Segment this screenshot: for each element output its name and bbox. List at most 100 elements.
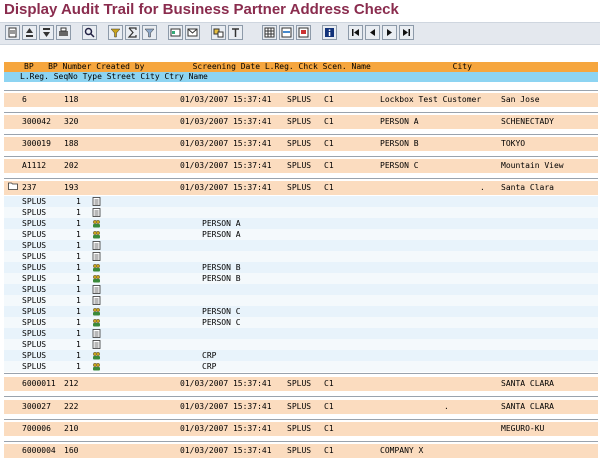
document-icon: [92, 285, 101, 294]
sub-name-cell: PERSON B: [202, 274, 241, 283]
sub-lreg-cell: SPLUS: [22, 252, 47, 261]
filter-icon[interactable]: [108, 25, 123, 40]
info-icon[interactable]: [322, 25, 337, 40]
total-icon[interactable]: [125, 25, 140, 40]
check-scenario-cell: C1: [324, 446, 334, 455]
table-row[interactable]: 300019 188 01/03/2007 15:37:41 SPLUS C1 …: [4, 137, 598, 151]
table-row[interactable]: A1112 202 01/03/2007 15:37:41 SPLUS C1 P…: [4, 159, 598, 173]
check-scenario-cell: C1: [324, 402, 334, 411]
bp-number-cell: 193: [64, 183, 79, 192]
bp-number-cell: 320: [64, 117, 79, 126]
city-cell: MEGURO-KU: [501, 424, 545, 433]
sub-seqno-cell: 1: [76, 285, 81, 294]
list-item[interactable]: SPLUS 1: [4, 196, 598, 207]
save-layout-icon[interactable]: [296, 25, 311, 40]
sub-name-cell: PERSON C: [202, 318, 241, 327]
table-row[interactable]: 300027 222 01/03/2007 15:37:41 SPLUS C1 …: [4, 400, 598, 414]
abc-icon[interactable]: [228, 25, 243, 40]
row-separator: [4, 396, 598, 397]
find-icon[interactable]: [82, 25, 97, 40]
list-item[interactable]: SPLUS 1 CRP: [4, 361, 598, 372]
list-item[interactable]: SPLUS 1: [4, 251, 598, 262]
sub-lreg-cell: SPLUS: [22, 285, 47, 294]
city-cell: Santa Clara: [501, 183, 554, 192]
sub-lreg-cell: SPLUS: [22, 219, 47, 228]
sub-seqno-cell: 1: [76, 263, 81, 272]
print-icon[interactable]: [56, 25, 71, 40]
table-row[interactable]: 6000011 212 01/03/2007 15:37:41 SPLUS C1…: [4, 377, 598, 391]
list-item[interactable]: SPLUS 1: [4, 328, 598, 339]
sub-lreg-cell: SPLUS: [22, 208, 47, 217]
sub-lreg-cell: SPLUS: [22, 274, 47, 283]
sort-ascending-icon[interactable]: [22, 25, 37, 40]
list-item[interactable]: SPLUS 1: [4, 240, 598, 251]
table-row-expanded[interactable]: 237 193 01/03/2007 15:37:41 SPLUS C1 . S…: [4, 181, 598, 195]
list-item[interactable]: SPLUS 1 PERSON A: [4, 218, 598, 229]
bp-number-cell: 118: [64, 95, 79, 104]
table-row[interactable]: 6000004 160 01/03/2007 15:37:41 SPLUS C1…: [4, 444, 598, 458]
previous-page-icon[interactable]: [365, 25, 380, 40]
check-scenario-cell: C1: [324, 95, 334, 104]
sub-seqno-cell: 1: [76, 307, 81, 316]
sub-seqno-cell: 1: [76, 252, 81, 261]
next-page-icon[interactable]: [382, 25, 397, 40]
sub-seqno-cell: 1: [76, 241, 81, 250]
city-cell: SANTA CLARA: [501, 379, 554, 388]
sub-lreg-cell: SPLUS: [22, 362, 47, 371]
list-item[interactable]: SPLUS 1 PERSON C: [4, 306, 598, 317]
list-item[interactable]: SPLUS 1 CRP: [4, 350, 598, 361]
list-item[interactable]: SPLUS 1 PERSON B: [4, 273, 598, 284]
table-row[interactable]: 6 118 01/03/2007 15:37:41 SPLUS C1 Lockb…: [4, 93, 598, 107]
row-separator: [4, 90, 598, 91]
sub-lreg-cell: SPLUS: [22, 318, 47, 327]
sub-name-cell: CRP: [202, 362, 217, 371]
list-item[interactable]: SPLUS 1: [4, 207, 598, 218]
sub-lreg-cell: SPLUS: [22, 197, 47, 206]
list-item[interactable]: SPLUS 1: [4, 295, 598, 306]
row-separator: [4, 419, 598, 420]
details-icon[interactable]: [5, 25, 20, 40]
bp-cell: 700006: [22, 424, 51, 433]
sub-lreg-cell: SPLUS: [22, 296, 47, 305]
toolbar: [0, 22, 600, 45]
lreg-cell: SPLUS: [287, 424, 312, 433]
list-item[interactable]: SPLUS 1 PERSON B: [4, 262, 598, 273]
folder-open-icon[interactable]: [8, 181, 18, 190]
lreg-cell: SPLUS: [287, 161, 312, 170]
layout-icon[interactable]: [262, 25, 277, 40]
column-header-text: BP BP Number Created by Screening Date L…: [24, 62, 472, 71]
name-cell: PERSON A: [380, 117, 419, 126]
sub-lreg-cell: SPLUS: [22, 351, 47, 360]
bp-cell: 300019: [22, 139, 51, 148]
page-title: Display Audit Trail for Business Partner…: [4, 1, 399, 18]
list-item[interactable]: SPLUS 1: [4, 339, 598, 350]
select-layout-icon[interactable]: [279, 25, 294, 40]
list-item[interactable]: SPLUS 1 PERSON A: [4, 229, 598, 240]
bp-cell: 300042: [22, 117, 51, 126]
last-page-icon[interactable]: [399, 25, 414, 40]
screening-date-cell: 01/03/2007 15:37:41: [180, 446, 272, 455]
screening-date-cell: 01/03/2007 15:37:41: [180, 95, 272, 104]
mail-icon[interactable]: [185, 25, 200, 40]
bp-cell: 6000004: [22, 446, 56, 455]
list-item[interactable]: SPLUS 1: [4, 284, 598, 295]
bp-cell: 237: [22, 183, 37, 192]
row-separator: [4, 112, 598, 113]
first-page-icon[interactable]: [348, 25, 363, 40]
person-icon: [92, 274, 101, 283]
list-item[interactable]: SPLUS 1 PERSON C: [4, 317, 598, 328]
table-row[interactable]: 700006 210 01/03/2007 15:37:41 SPLUS C1 …: [4, 422, 598, 436]
subtotal-icon[interactable]: [142, 25, 157, 40]
sub-seqno-cell: 1: [76, 296, 81, 305]
sort-descending-icon[interactable]: [39, 25, 54, 40]
document-icon: [92, 197, 101, 206]
sub-seqno-cell: 1: [76, 208, 81, 217]
city-cell: TOKYO: [501, 139, 526, 148]
table-row[interactable]: 300042 320 01/03/2007 15:37:41 SPLUS C1 …: [4, 115, 598, 129]
document-icon: [92, 340, 101, 349]
graphic-icon[interactable]: [211, 25, 226, 40]
bp-cell: 6000011: [22, 379, 56, 388]
screening-date-cell: 01/03/2007 15:37:41: [180, 161, 272, 170]
screening-date-cell: 01/03/2007 15:37:41: [180, 117, 272, 126]
export-icon[interactable]: [168, 25, 183, 40]
